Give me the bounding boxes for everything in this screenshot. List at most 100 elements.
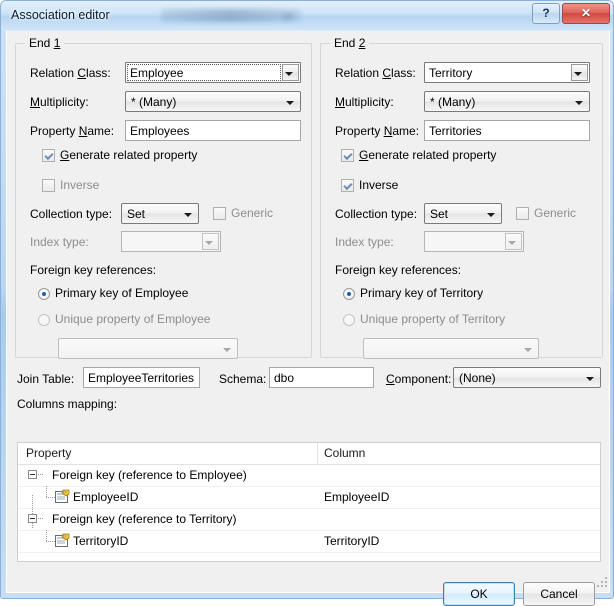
end2-index-type-combo[interactable] xyxy=(424,231,524,252)
end2-property-name-input[interactable]: Territories xyxy=(424,120,590,141)
chevron-down-icon xyxy=(575,101,583,105)
end2-relation-class-combo[interactable]: Territory xyxy=(424,62,590,83)
focus-rect xyxy=(127,64,281,81)
end1-collection-type-label: Collection type: xyxy=(30,207,113,221)
end1-collection-type-combo[interactable]: Set xyxy=(121,203,199,224)
component-combo[interactable]: (None) xyxy=(453,367,601,388)
resize-grip[interactable] xyxy=(597,577,609,589)
end2-property-name-value: Territories xyxy=(429,124,482,138)
tree-connector-vertical xyxy=(46,530,47,541)
schema-input[interactable]: dbo xyxy=(269,367,374,388)
end1-group-title: End 1 xyxy=(25,36,65,50)
end2-collection-type-label: Collection type: xyxy=(335,207,418,221)
table-row[interactable]: Foreign key (reference to Territory) xyxy=(18,508,600,531)
end2-inverse-label: Inverse xyxy=(359,178,399,192)
chevron-down-icon xyxy=(586,377,594,381)
row-property: Foreign key (reference to Employee) xyxy=(52,468,247,482)
end1-relation-class-label: Relation Class: xyxy=(30,66,111,80)
arrow-glyph xyxy=(574,72,582,76)
chevron-down-icon xyxy=(487,213,495,217)
end2-primary-key-label: Primary key of Territory xyxy=(360,286,484,300)
tree-header-property[interactable]: Property xyxy=(26,446,71,460)
checkbox-icon xyxy=(341,149,354,162)
title-background-blur xyxy=(161,9,301,22)
end2-collection-type-value: Set xyxy=(430,207,449,221)
close-button[interactable]: ✕ xyxy=(562,3,610,24)
dialog-client-area: End 1 Relation Class: Employee Multiplic… xyxy=(6,30,610,606)
component-value: (None) xyxy=(459,371,496,385)
cancel-button[interactable]: Cancel xyxy=(523,582,595,606)
row-property: TerritoryID xyxy=(73,534,129,548)
end2-multiplicity-value: * (Many) xyxy=(430,95,476,109)
end1-relation-class-combo[interactable]: Employee xyxy=(125,62,301,83)
end1-property-name-label: Property Name: xyxy=(30,124,115,138)
tree-header-column[interactable]: Column xyxy=(324,446,365,460)
title-background-blur-2 xyxy=(283,13,293,20)
title-bar: Association editor ? ✕ xyxy=(1,1,613,30)
checkbox-icon xyxy=(341,179,354,192)
checkbox-icon xyxy=(42,179,55,192)
schema-value: dbo xyxy=(274,371,295,385)
column-divider[interactable] xyxy=(317,443,318,464)
end2-collection-type-combo[interactable]: Set xyxy=(424,203,502,224)
ok-button[interactable]: OK xyxy=(443,582,515,606)
tree-connector xyxy=(38,518,44,519)
tree-connector xyxy=(38,474,44,475)
end1-unique-property-combo[interactable] xyxy=(58,338,238,359)
row-property: EmployeeID xyxy=(73,490,139,504)
end2-relation-class-label: Relation Class: xyxy=(335,66,416,80)
radio-icon xyxy=(38,314,50,326)
checkbox-icon xyxy=(516,207,529,220)
window-title: Association editor xyxy=(11,8,110,22)
table-row[interactable]: EmployeeID EmployeeID xyxy=(18,486,600,509)
end2-unique-property-label: Unique property of Territory xyxy=(360,312,506,326)
chevron-down-icon[interactable] xyxy=(202,233,219,250)
radio-icon xyxy=(343,288,355,300)
columns-mapping-tree[interactable]: Property Column Foreign key (reference t… xyxy=(17,442,601,562)
table-row[interactable]: Foreign key (reference to Employee) xyxy=(18,464,600,487)
chevron-down-icon xyxy=(524,348,532,352)
radio-icon xyxy=(343,314,355,326)
end1-index-type-combo[interactable] xyxy=(121,231,221,252)
end1-collection-type-value: Set xyxy=(127,207,146,221)
end2-unique-property-combo[interactable] xyxy=(363,338,539,359)
schema-label: Schema: xyxy=(219,372,267,386)
end2-group-title: End 2 xyxy=(330,36,370,50)
help-button[interactable]: ? xyxy=(532,3,560,24)
arrow-glyph xyxy=(508,241,516,245)
collapse-icon[interactable] xyxy=(28,514,37,523)
chevron-down-icon xyxy=(184,213,192,217)
end1-property-name-input[interactable]: Employees xyxy=(125,120,301,141)
columns-mapping-label: Columns mapping: xyxy=(17,397,118,411)
end2-multiplicity-combo[interactable]: * (Many) xyxy=(424,91,590,112)
end2-index-type-label: Index type: xyxy=(335,235,394,249)
end2-group: End 2 Relation Class: Territory Multipli… xyxy=(320,36,603,359)
end2-property-name-label: Property Name: xyxy=(335,124,420,138)
end1-index-type-label: Index type: xyxy=(30,235,89,249)
tree-connector-vertical xyxy=(46,486,47,497)
radio-icon xyxy=(38,288,50,300)
end1-generic-label: Generic xyxy=(231,206,274,220)
end1-generate-related-property-label: Generate related property xyxy=(60,148,198,162)
join-table-input[interactable]: EmployeeTerritories xyxy=(83,367,200,388)
end1-multiplicity-combo[interactable]: * (Many) xyxy=(125,91,301,112)
end1-property-name-value: Employees xyxy=(130,124,190,138)
chevron-down-icon[interactable] xyxy=(505,233,522,250)
chevron-down-icon[interactable] xyxy=(282,64,299,81)
chevron-down-icon[interactable] xyxy=(571,64,588,81)
end2-foreign-key-references-label: Foreign key references: xyxy=(335,263,462,277)
collapse-icon[interactable] xyxy=(28,470,37,479)
arrow-glyph xyxy=(285,72,293,76)
property-key-icon xyxy=(55,489,70,503)
dialog-window: Association editor ? ✕ End 1 Relation Cl… xyxy=(0,0,614,606)
checkbox-icon xyxy=(213,207,226,220)
end1-multiplicity-label: Multiplicity: xyxy=(30,95,89,109)
row-property: Foreign key (reference to Territory) xyxy=(52,512,237,526)
row-column: EmployeeID xyxy=(324,490,390,504)
end1-foreign-key-references-label: Foreign key references: xyxy=(30,263,157,277)
end2-generic-label: Generic xyxy=(534,206,577,220)
join-table-value: EmployeeTerritories xyxy=(88,371,195,385)
table-row[interactable]: TerritoryID TerritoryID xyxy=(18,530,600,553)
end1-group: End 1 Relation Class: Employee Multiplic… xyxy=(15,36,312,359)
end2-relation-class-value: Territory xyxy=(429,66,473,80)
